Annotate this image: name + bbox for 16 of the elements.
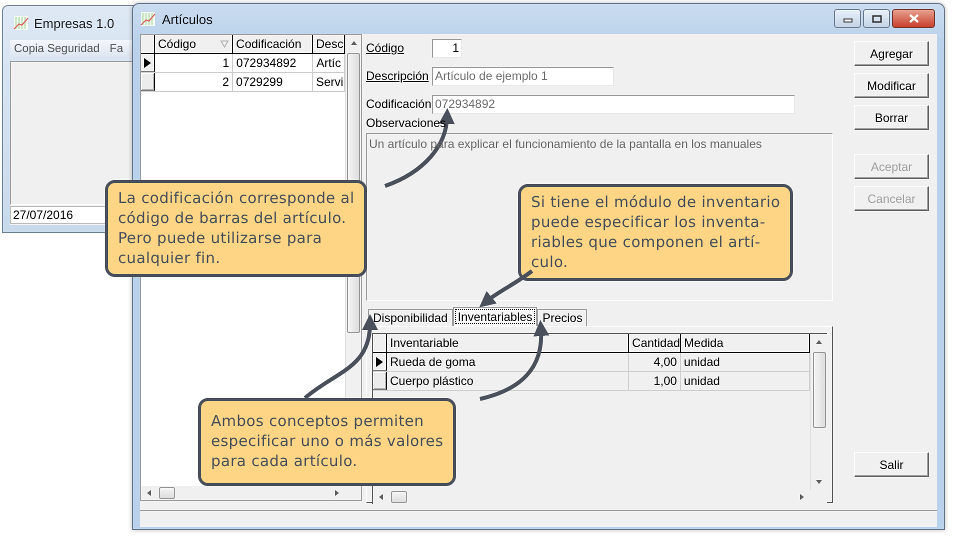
table-cell: Cuerpo plástico: [387, 372, 630, 390]
callout-tooltip: La codificación corresponde al código de barras del artículo. Pero puede utilizarse para cualquier fin.: [105, 180, 368, 277]
callout-tooltip: Si tiene el módulo de inventario puede especificar los inventa- riables que componen el artí- culo.: [518, 184, 794, 281]
table-cell: Rueda de goma: [387, 353, 630, 371]
field-label: Código: [366, 41, 406, 55]
window-title: Artículos: [162, 12, 214, 26]
callout-tooltip: Ambos conceptos permiten especificar uno o más valores para cada artículo.: [198, 398, 456, 486]
table-cell: 072934892: [233, 54, 314, 72]
table-cell: 2: [155, 73, 234, 91]
field-label: Descripción: [366, 69, 430, 83]
field-label: Codificación: [366, 97, 432, 111]
table-cell: 0729299: [233, 73, 313, 91]
table-cell: 1,00: [629, 372, 681, 390]
window-title: Empresas 1.0: [34, 16, 114, 30]
table-cell: 1: [155, 54, 234, 72]
table-cell: 4,00: [629, 353, 681, 371]
